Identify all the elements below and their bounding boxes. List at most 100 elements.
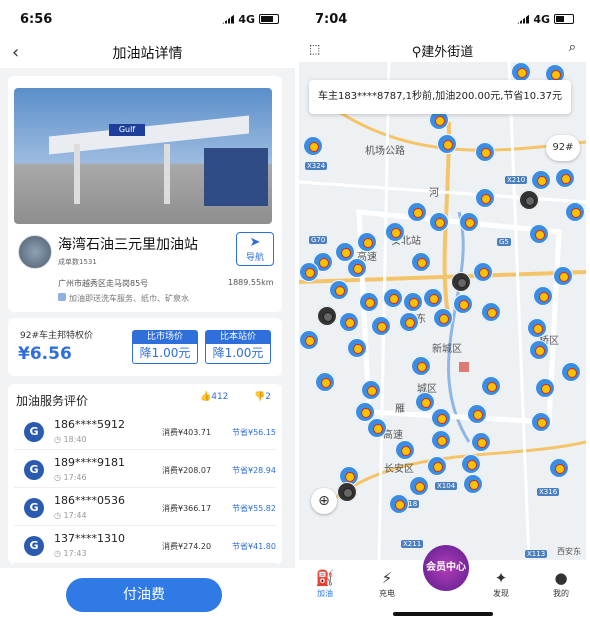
- station-pin[interactable]: [437, 134, 457, 158]
- review-save: 节省¥28.94: [232, 466, 276, 475]
- status-bar: 7:04 4G: [295, 0, 590, 38]
- station-pin[interactable]: [475, 188, 495, 212]
- station-pin[interactable]: [553, 266, 573, 290]
- road-tag: X211: [401, 540, 424, 548]
- price-label: 92#车主邦特权价: [20, 331, 93, 341]
- station-pin[interactable]: [431, 430, 451, 454]
- map-view[interactable]: 机场公路 安北站 新城区 东 桥区 城区 雁 长安区 高速 高速 河 西安东 X…: [299, 62, 586, 560]
- station-pin[interactable]: [329, 280, 349, 304]
- road-tag: X316: [537, 488, 560, 496]
- dislikes[interactable]: 👎2: [254, 392, 271, 402]
- station-pin[interactable]: [527, 318, 547, 342]
- station-pin-busy[interactable]: [519, 190, 539, 214]
- tab-profile[interactable]: ● 我的: [541, 568, 581, 599]
- station-pin[interactable]: [411, 356, 431, 380]
- battery-icon: [554, 14, 574, 24]
- road-tag: G5: [497, 238, 511, 246]
- member-center-button[interactable]: 会员中心: [423, 545, 469, 591]
- station-pin[interactable]: [371, 316, 391, 340]
- station-pin-busy[interactable]: [337, 482, 357, 506]
- tab-charge[interactable]: ⚡ 充电: [367, 568, 407, 599]
- locate-me-icon[interactable]: ⊕: [311, 488, 337, 514]
- station-pin[interactable]: [347, 258, 367, 282]
- station-pin[interactable]: [303, 136, 323, 160]
- station-pin[interactable]: [459, 212, 479, 236]
- station-pin[interactable]: [367, 418, 387, 442]
- station-pin[interactable]: [473, 262, 493, 286]
- station-pin[interactable]: [431, 408, 451, 432]
- shop-building: [204, 148, 268, 206]
- pay-fuel-button[interactable]: 付油费: [66, 578, 222, 612]
- station-pin[interactable]: [395, 440, 415, 464]
- live-ticker: 车主183****8787,1秒前,加油200.00元,节省10.37元: [309, 80, 571, 114]
- station-pin[interactable]: [399, 312, 419, 336]
- station-pin[interactable]: [347, 338, 367, 362]
- station-pin-busy[interactable]: [317, 306, 337, 330]
- location-selector[interactable]: ⚲建外街道: [412, 41, 474, 60]
- station-pin[interactable]: [555, 168, 575, 192]
- pillar: [164, 144, 170, 204]
- station-pin[interactable]: [471, 432, 491, 456]
- station-pin[interactable]: [453, 294, 473, 318]
- station-pin[interactable]: [565, 202, 585, 226]
- review-spend: 消费¥403.71: [162, 428, 212, 437]
- station-pin[interactable]: [481, 376, 501, 400]
- ticket-icon[interactable]: ⬚: [309, 42, 320, 56]
- station-pin[interactable]: [411, 252, 431, 276]
- station-pin[interactable]: [429, 212, 449, 236]
- station-pin[interactable]: [299, 330, 319, 354]
- road-tag: X104: [435, 482, 458, 490]
- station-pin[interactable]: [315, 372, 335, 396]
- vs-station-value: 降1.00元: [212, 346, 264, 360]
- reviews-title: 加油服务评价: [16, 394, 89, 408]
- station-pin[interactable]: [409, 476, 429, 500]
- tab-fuel[interactable]: ⛽ 加油: [305, 568, 345, 599]
- road-tag: G70: [309, 236, 328, 244]
- signal-icon: [222, 14, 235, 24]
- station-pin[interactable]: [339, 312, 359, 336]
- station-pin[interactable]: [533, 286, 553, 310]
- station-pin[interactable]: [361, 380, 381, 404]
- reviewer-name: 137****1310: [54, 532, 125, 545]
- review-spend: 消费¥366.17: [162, 504, 212, 513]
- page-title: 加油站详情: [112, 46, 183, 62]
- station-pin[interactable]: [529, 340, 549, 364]
- station-pin[interactable]: [385, 222, 405, 246]
- station-pin[interactable]: [359, 292, 379, 316]
- station-pin[interactable]: [529, 224, 549, 248]
- station-pin[interactable]: [549, 458, 569, 482]
- station-pin[interactable]: [463, 474, 483, 498]
- station-pin[interactable]: [531, 412, 551, 436]
- station-photo: Gulf: [14, 88, 272, 224]
- station-pin[interactable]: [481, 302, 501, 326]
- station-pin[interactable]: [427, 456, 447, 480]
- station-pin[interactable]: [475, 142, 495, 166]
- station-pin[interactable]: [433, 308, 453, 332]
- tab-label: 加油: [317, 589, 333, 598]
- vs-market-value: 降1.00元: [139, 346, 191, 360]
- station-pin[interactable]: [535, 378, 555, 402]
- fuel-type-selector[interactable]: 92#: [546, 135, 580, 161]
- station-pin[interactable]: [299, 262, 319, 286]
- station-pin[interactable]: [407, 202, 427, 226]
- station-address: 广州市越秀区走马岗85号: [58, 279, 149, 288]
- search-icon[interactable]: ⌕: [569, 40, 576, 55]
- back-arrow-icon[interactable]: ‹: [12, 42, 19, 63]
- vs-station-price: 比本站价 降1.00元: [205, 330, 271, 364]
- tab-discover[interactable]: ✦ 发现: [481, 568, 521, 599]
- thumbs-up-icon: 👍: [200, 392, 212, 402]
- station-pin[interactable]: [383, 288, 403, 312]
- station-pin[interactable]: [357, 232, 377, 256]
- map-screen: 7:04 4G ⬚ ⚲建外街道 ⌕ 机场公路 安北站 新城区 东 桥区 城区 雁…: [295, 0, 590, 622]
- navigate-button[interactable]: ➤ 导航: [236, 232, 274, 266]
- thumbs-down-icon: 👎: [254, 392, 266, 402]
- navigate-label: 导航: [245, 253, 264, 263]
- station-pin-busy[interactable]: [451, 272, 471, 296]
- station-pin[interactable]: [467, 404, 487, 428]
- station-pin[interactable]: [561, 362, 581, 386]
- likes[interactable]: 👍412: [200, 392, 228, 402]
- station-name: 海湾石油三元里加油站: [58, 237, 198, 253]
- price-value: ¥6.56: [18, 344, 72, 364]
- station-pin[interactable]: [389, 494, 409, 518]
- pillar: [74, 144, 80, 204]
